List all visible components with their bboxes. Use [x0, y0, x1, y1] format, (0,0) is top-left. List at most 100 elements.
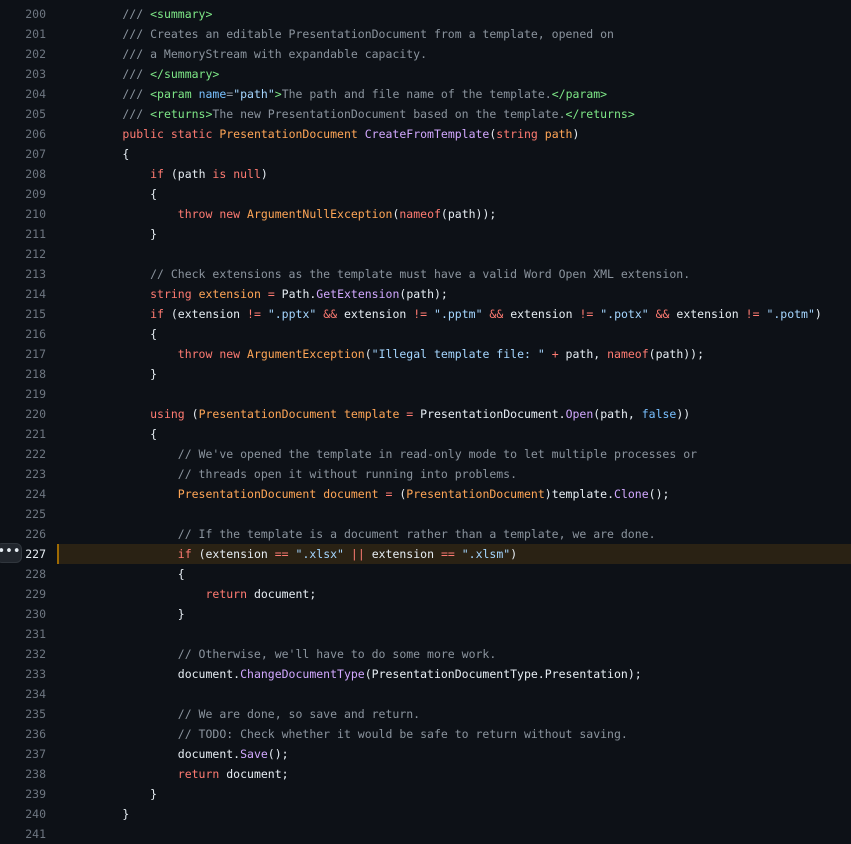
line-number[interactable]: 208 — [0, 164, 46, 184]
code-token: document. — [67, 747, 241, 761]
code-line: 228 { — [0, 564, 851, 584]
code-line: 220 using (PresentationDocument template… — [0, 404, 851, 424]
code-token: == — [274, 547, 296, 561]
line-number[interactable]: 241 — [0, 824, 46, 844]
line-number[interactable]: 214 — [0, 284, 46, 304]
code-text: /// Creates an editable PresentationDocu… — [67, 24, 614, 44]
line-number[interactable]: 202 — [0, 44, 46, 64]
code-token: } — [67, 807, 130, 821]
line-number[interactable]: 206 — [0, 124, 46, 144]
line-number[interactable]: 234 — [0, 684, 46, 704]
line-number[interactable]: 210 — [0, 204, 46, 224]
code-token: Clone — [614, 487, 649, 501]
line-number[interactable]: 240 — [0, 804, 46, 824]
line-number[interactable]: 217 — [0, 344, 46, 364]
code-line: 214 string extension = Path.GetExtension… — [0, 284, 851, 304]
code-token: extension — [198, 287, 268, 301]
code-token: nameof — [399, 207, 441, 221]
code-text: // Check extensions as the template must… — [67, 264, 690, 284]
code-token: == — [440, 547, 462, 561]
code-token: (path); — [399, 287, 448, 301]
code-token: = — [385, 487, 400, 501]
line-number[interactable]: 220 — [0, 404, 46, 424]
code-token: (path)); — [648, 347, 705, 361]
line-number[interactable]: 200 — [0, 4, 46, 24]
code-token: GetExtension — [316, 287, 400, 301]
code-line: 211 } — [0, 224, 851, 244]
code-token: // threads open it without running into … — [67, 467, 518, 481]
code-token: ) — [814, 307, 822, 321]
code-token: throw new — [177, 207, 248, 221]
code-token: if — [177, 547, 199, 561]
code-token: The path and file name of the template. — [281, 87, 552, 101]
line-number[interactable]: 237 — [0, 744, 46, 764]
code-token: // We are done, so save and return. — [67, 707, 421, 721]
line-number[interactable]: 229 — [0, 584, 46, 604]
line-number[interactable]: 233 — [0, 664, 46, 684]
code-token: <param — [150, 87, 199, 101]
code-text: /// <returns>The new PresentationDocumen… — [67, 104, 635, 124]
line-number[interactable]: 235 — [0, 704, 46, 724]
line-number[interactable]: 213 — [0, 264, 46, 284]
line-number[interactable]: 236 — [0, 724, 46, 744]
code-token: { — [67, 147, 130, 161]
code-token: false — [641, 407, 677, 421]
code-line: 223 // threads open it without running i… — [0, 464, 851, 484]
line-number[interactable]: 203 — [0, 64, 46, 84]
code-line: 200 /// <summary> — [0, 4, 851, 24]
line-number[interactable]: 223 — [0, 464, 46, 484]
code-text: document.ChangeDocumentType(Presentation… — [67, 664, 642, 684]
line-number[interactable]: 212 — [0, 244, 46, 264]
line-number[interactable]: 211 — [0, 224, 46, 244]
code-line: 204 /// <param name="path">The path and … — [0, 84, 851, 104]
code-text: if (extension == ".xlsx" || extension ==… — [67, 544, 517, 564]
code-token: name — [198, 87, 227, 101]
line-number[interactable]: 201 — [0, 24, 46, 44]
code-token: </param> — [551, 87, 608, 101]
line-number[interactable]: 221 — [0, 424, 46, 444]
line-number[interactable]: 224 — [0, 484, 46, 504]
code-token: { — [67, 567, 185, 581]
line-number[interactable]: 226 — [0, 524, 46, 544]
line-number[interactable]: 239 — [0, 784, 46, 804]
code-line: 224 PresentationDocument document = (Pre… — [0, 484, 851, 504]
line-number[interactable]: 215 — [0, 304, 46, 324]
code-token: </returns> — [565, 107, 635, 121]
code-line: 206 public static PresentationDocument C… — [0, 124, 851, 144]
code-text: throw new ArgumentNullException(nameof(p… — [67, 204, 497, 224]
line-number[interactable]: 209 — [0, 184, 46, 204]
line-number[interactable]: 222 — [0, 444, 46, 464]
code-text: { — [67, 144, 129, 164]
code-line: 235 // We are done, so save and return. — [0, 704, 851, 724]
line-number[interactable]: 218 — [0, 364, 46, 384]
code-token: /// a MemoryStream with expandable capac… — [67, 47, 428, 61]
code-token: (path — [170, 167, 213, 181]
code-token: "path" — [233, 87, 275, 101]
code-token: // We've opened the template in read-onl… — [67, 447, 698, 461]
line-number[interactable]: 231 — [0, 624, 46, 644]
line-number[interactable]: 225 — [0, 504, 46, 524]
line-number[interactable]: 207 — [0, 144, 46, 164]
code-token: <returns> — [150, 107, 213, 121]
code-token: && — [655, 307, 677, 321]
code-text: throw new ArgumentException("Illegal tem… — [67, 344, 704, 364]
line-number[interactable]: 232 — [0, 644, 46, 664]
code-token: // TODO: Check whether it would be safe … — [67, 727, 628, 741]
line-number[interactable]: 228 — [0, 564, 46, 584]
line-number[interactable]: 230 — [0, 604, 46, 624]
code-token: /// — [67, 67, 151, 81]
code-text: } — [67, 804, 129, 824]
line-options-button[interactable]: ••• — [0, 543, 22, 563]
code-token: Path. — [281, 287, 317, 301]
line-number[interactable]: 219 — [0, 384, 46, 404]
code-token: extension — [676, 307, 746, 321]
code-text: { — [67, 324, 157, 344]
line-number[interactable]: 238 — [0, 764, 46, 784]
line-number[interactable]: 205 — [0, 104, 46, 124]
line-number[interactable]: 204 — [0, 84, 46, 104]
code-token: { — [67, 327, 158, 341]
code-token: nameof — [607, 347, 649, 361]
line-number[interactable]: 216 — [0, 324, 46, 344]
